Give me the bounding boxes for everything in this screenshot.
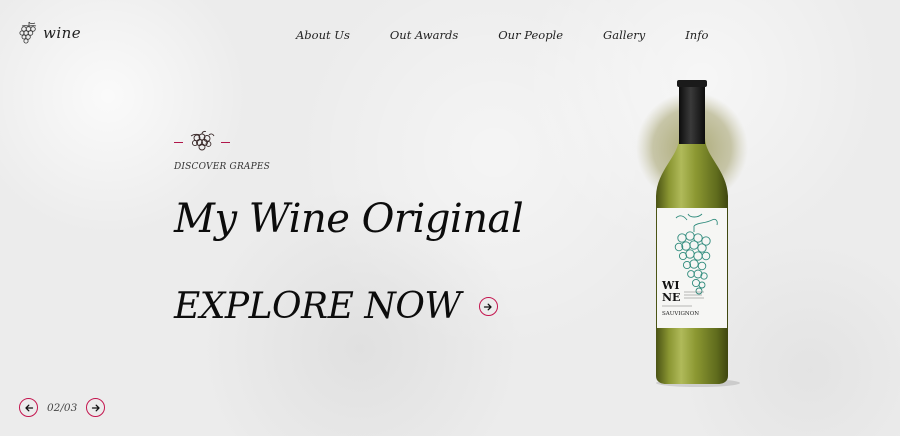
explore-label[interactable]: EXPLORE NOW [174,286,461,327]
nav-gallery[interactable]: Gallery [603,28,645,42]
nav-awards[interactable]: Out Awards [390,28,458,42]
arrow-left-icon [24,404,33,411]
wine-bottle-image: WI NE SAUVIGNON [632,78,752,388]
ornament-dash-left [174,141,183,143]
grape-cluster-icon [19,21,37,44]
nav-about-us[interactable]: About Us [296,28,350,42]
label-variety: SAUVIGNON [662,311,699,317]
prev-slide-button[interactable] [19,398,38,417]
main-nav: About Us Out Awards Our People Gallery I… [296,28,708,42]
hero-ornament [174,130,230,154]
nav-info[interactable]: Info [685,28,708,42]
ornament-dash-right [221,141,230,143]
label-word-line2: NE [662,291,680,304]
brand-name: wine [43,24,82,42]
nav-our-people[interactable]: Our People [498,28,563,42]
explore-arrow-button[interactable] [478,297,498,316]
hero-eyebrow: DISCOVER GRAPES [174,162,271,172]
hero-title: My Wine Original [174,196,524,242]
arrow-right-icon [91,404,100,411]
slide-pager: 02/03 [19,398,106,417]
brand-logo[interactable]: wine [18,20,81,46]
slide-counter: 02/03 [47,401,78,414]
arrow-right-icon [484,303,493,310]
grape-ornament-icon [190,130,215,151]
next-slide-button[interactable] [86,398,106,417]
explore-cta[interactable]: EXPLORE NOW [174,286,498,327]
wine-bottle: WI NE SAUVIGNON [636,80,748,387]
